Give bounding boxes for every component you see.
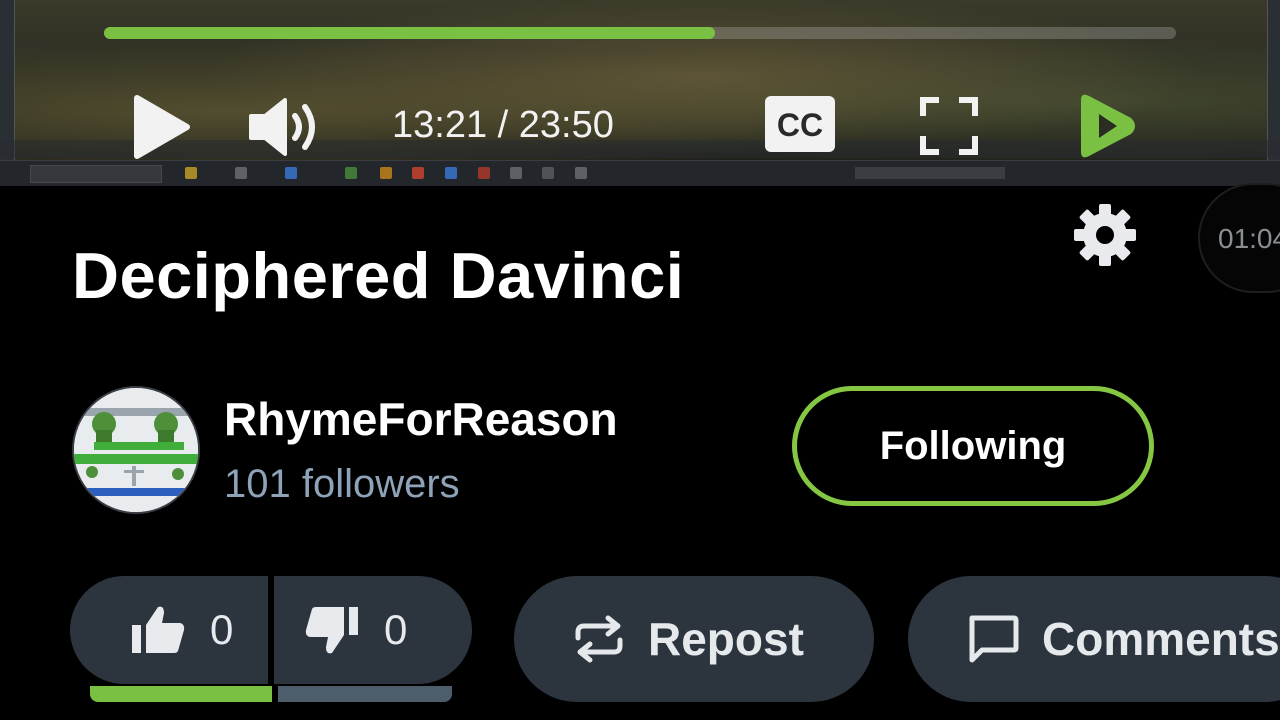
fullscreen-button[interactable] [918, 96, 980, 156]
avatar-image [74, 388, 198, 512]
thumbs-up-icon [132, 606, 185, 653]
taskbar-app-icon [185, 167, 197, 179]
taskbar-app-icon [285, 167, 297, 179]
video-content-searchbox [30, 165, 162, 183]
repost-label: Repost [648, 613, 804, 665]
settings-button[interactable] [1070, 200, 1140, 270]
repost-icon [572, 614, 626, 664]
rumble-logo-icon [1081, 94, 1135, 158]
channel-avatar[interactable] [72, 386, 200, 514]
time-display: 13:21 / 23:50 [392, 104, 614, 146]
like-ratio-bar [90, 686, 272, 702]
taskbar-app-icon [575, 167, 587, 179]
vote-group: 0 0 [70, 576, 472, 684]
follower-count: 101 followers [224, 462, 460, 506]
comments-label: Comments [1042, 613, 1280, 665]
like-button[interactable]: 0 [130, 576, 233, 684]
fullscreen-icon [920, 97, 978, 155]
like-count: 0 [210, 606, 234, 653]
floating-timer[interactable]: 01:04 [1198, 183, 1280, 293]
cc-icon: CC [765, 96, 835, 152]
timer-text: 01:04 [1218, 223, 1280, 254]
video-content-taskbar [0, 160, 1280, 186]
taskbar-app-icon [445, 167, 457, 179]
video-frame-edge [1267, 0, 1280, 160]
following-button[interactable]: Following [792, 386, 1154, 506]
taskbar-app-icon [235, 167, 247, 179]
dislike-count: 0 [384, 606, 408, 653]
video-player[interactable]: 13:21 / 23:50 CC [0, 0, 1280, 186]
seek-bar-progress [104, 27, 716, 39]
taskbar-app-icon [542, 167, 554, 179]
taskbar-app-icon [345, 167, 357, 179]
play-button[interactable] [128, 92, 194, 162]
taskbar-app-icon [380, 167, 392, 179]
repost-button[interactable]: Repost [514, 576, 874, 702]
gear-icon [1074, 204, 1136, 266]
cc-label: CC [777, 107, 823, 143]
vote-divider [268, 576, 274, 684]
video-frame-edge [0, 0, 15, 160]
dislike-ratio-bar [278, 686, 452, 702]
comments-button[interactable]: Comments [908, 576, 1280, 702]
taskbar-app-icon [510, 167, 522, 179]
volume-icon [249, 98, 315, 156]
comment-icon [966, 614, 1020, 664]
taskbar-app-icon [478, 167, 490, 179]
captions-button[interactable]: CC [764, 95, 836, 153]
volume-button[interactable] [244, 96, 326, 158]
play-icon [134, 95, 190, 159]
video-title: Deciphered Davinci [72, 239, 685, 312]
taskbar-app-icon [412, 167, 424, 179]
video-content-field [855, 167, 1005, 179]
thumbs-down-icon [305, 607, 358, 654]
channel-name[interactable]: RhymeForReason [224, 392, 618, 446]
rumble-logo-button[interactable] [1072, 90, 1140, 162]
seek-bar[interactable] [104, 27, 1176, 39]
dislike-button[interactable]: 0 [304, 576, 407, 684]
